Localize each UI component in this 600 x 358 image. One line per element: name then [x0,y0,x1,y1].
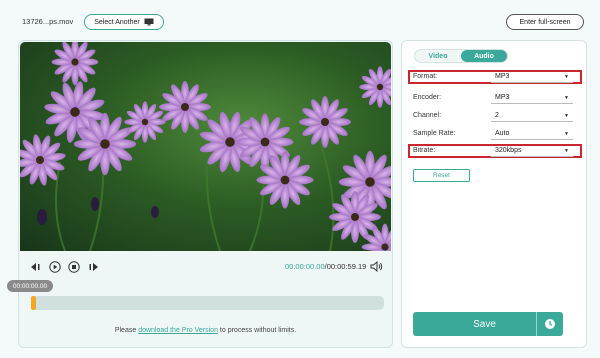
promo-text: Please download the Pro Version to proce… [20,327,391,334]
timeline-track[interactable] [31,296,384,310]
timeline-time-tag: 00:00:00.00 [7,280,53,292]
channel-select[interactable]: 2 ▼ [491,110,573,122]
volume-icon[interactable] [370,261,383,272]
dropdown-caret-icon: ▼ [564,73,569,80]
bitrate-select[interactable]: 320kbps ▼ [491,145,573,157]
bitrate-value: 320kbps [495,147,522,154]
format-value: MP3 [495,73,510,80]
sample-rate-label: Sample Rate: [413,130,456,137]
tab-video[interactable]: Video [415,50,461,62]
monitor-icon [144,18,154,26]
promo-suffix: to process without limits. [217,327,297,334]
clock-icon [545,319,555,329]
channel-label: Channel: [413,112,442,119]
channel-value: 2 [495,112,499,119]
previous-frame-icon[interactable] [30,262,42,272]
tab-bar: Video Audio [414,49,508,63]
current-time: 00:00:00.00 [285,262,325,271]
select-another-label: Select Another [94,18,140,26]
select-another-button[interactable]: Select Another [84,14,164,30]
save-button[interactable]: Save [413,312,563,336]
dropdown-caret-icon: ▼ [564,112,569,119]
total-time: /00:00:59.19 [324,262,367,271]
tab-audio[interactable]: Audio [461,50,507,62]
timeline-handle[interactable] [31,296,36,310]
play-icon[interactable] [49,261,61,273]
reset-button[interactable]: Reset [413,169,470,182]
dropdown-caret-icon: ▼ [564,130,569,137]
bitrate-label: Bitrate: [413,147,436,154]
encoder-label: Encoder: [413,94,442,101]
dropdown-caret-icon: ▼ [564,147,569,154]
video-preview[interactable] [20,42,391,251]
stop-icon[interactable] [68,261,80,273]
settings-panel [401,40,587,348]
dropdown-caret-icon: ▼ [564,94,569,101]
promo-prefix: Please [114,327,139,334]
file-name: 13726...ps.mov [22,17,74,26]
enter-fullscreen-button[interactable]: Enter full-screen [506,14,584,30]
next-frame-icon[interactable] [87,262,99,272]
video-frame-image [20,42,391,251]
format-label: Format: [413,73,438,80]
encoder-value: MP3 [495,94,510,101]
sample-rate-value: Auto [495,130,510,137]
time-readout: 00:00:00.00/00:00:59.19 [285,262,366,271]
encoder-select[interactable]: MP3 ▼ [491,92,573,104]
save-label: Save [473,318,496,330]
pro-version-link[interactable]: download the Pro Version [138,327,218,334]
format-select[interactable]: MP3 ▼ [491,71,573,83]
sample-rate-select[interactable]: Auto ▼ [491,128,573,140]
schedule-button[interactable] [536,312,563,336]
